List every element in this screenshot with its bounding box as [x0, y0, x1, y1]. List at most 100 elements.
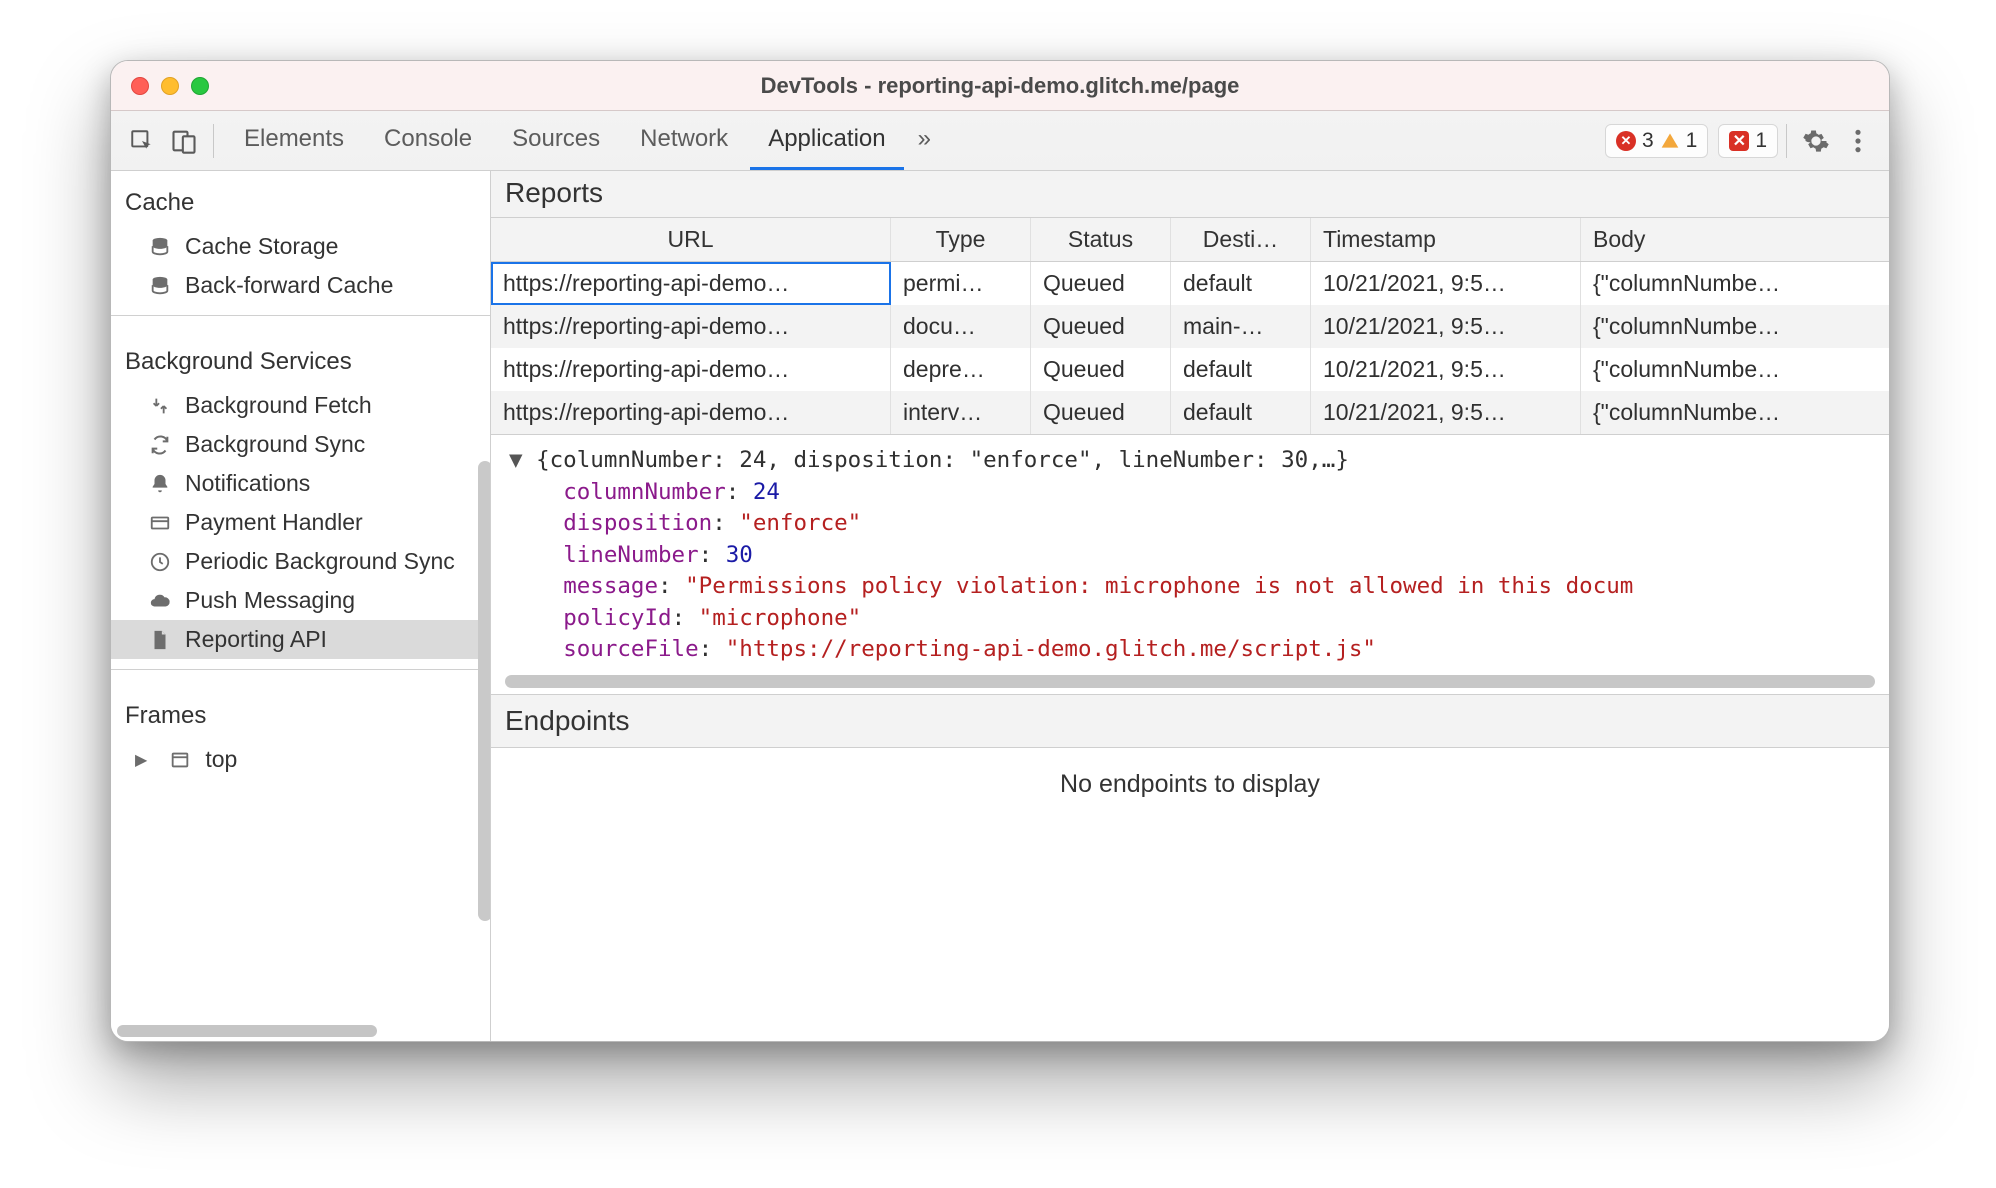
sidebar-item-periodic-sync[interactable]: Periodic Background Sync — [111, 542, 490, 581]
close-window-button[interactable] — [131, 77, 149, 95]
reports-table-row[interactable]: https://reporting-api-demo…depre…Queuedd… — [491, 348, 1889, 391]
sidebar-section-bg[interactable]: Background Services — [111, 326, 490, 386]
endpoints-empty-message: No endpoints to display — [491, 748, 1889, 821]
detail-summary-row[interactable]: ▼ {columnNumber: 24, disposition: "enfor… — [509, 445, 1871, 477]
detail-row: disposition: "enforce" — [509, 508, 1871, 540]
status-badges: ✕ 3 1 ✕ 1 — [1605, 124, 1778, 158]
sidebar-item-label: Background Fetch — [185, 392, 372, 419]
detail-hscroll[interactable] — [505, 675, 1875, 688]
reports-table-row[interactable]: https://reporting-api-demo…interv…Queued… — [491, 391, 1889, 434]
tab-console[interactable]: Console — [366, 111, 490, 170]
reports-table-row[interactable]: https://reporting-api-demo…permi…Queuedd… — [491, 262, 1889, 305]
devtools-body: Cache Cache Storage Back-forward Cache B… — [111, 171, 1889, 1041]
sidebar-item-label: Push Messaging — [185, 587, 355, 614]
sidebar-section-frames[interactable]: Frames — [111, 680, 490, 740]
sidebar-item-frame-top[interactable]: ▶ top — [111, 740, 490, 779]
table-cell: interv… — [891, 391, 1031, 434]
table-cell: {"columnNumbe… — [1581, 348, 1889, 391]
sidebar-divider-2 — [111, 669, 490, 670]
sidebar-item-cache-storage[interactable]: Cache Storage — [111, 227, 490, 266]
endpoints-heading: Endpoints — [491, 694, 1889, 748]
report-detail-panel: ▼ {columnNumber: 24, disposition: "enfor… — [491, 434, 1889, 694]
device-toolbar-icon[interactable] — [163, 120, 205, 162]
credit-card-icon — [147, 510, 173, 536]
sync-icon — [147, 432, 173, 458]
table-cell: main-… — [1171, 305, 1311, 348]
sidebar-item-label: Back-forward Cache — [185, 272, 393, 299]
detail-value: "microphone" — [699, 605, 862, 631]
inspect-element-icon[interactable] — [121, 120, 163, 162]
bell-icon — [147, 471, 173, 497]
issues-badge[interactable]: ✕ 1 — [1718, 124, 1778, 158]
sidebar-item-label: Reporting API — [185, 626, 327, 653]
sidebar-item-background-fetch[interactable]: Background Fetch — [111, 386, 490, 425]
table-cell: https://reporting-api-demo… — [491, 262, 891, 305]
table-cell: permi… — [891, 262, 1031, 305]
detail-row: message: "Permissions policy violation: … — [509, 571, 1871, 603]
col-destination[interactable]: Desti… — [1171, 218, 1311, 261]
frame-icon — [167, 747, 193, 773]
minimize-window-button[interactable] — [161, 77, 179, 95]
table-cell: Queued — [1031, 262, 1171, 305]
sidebar-section-cache[interactable]: Cache — [111, 171, 490, 227]
detail-summary: {columnNumber: 24, disposition: "enforce… — [536, 447, 1349, 473]
sidebar-hscroll[interactable] — [117, 1025, 377, 1037]
console-errors-badge[interactable]: ✕ 3 1 — [1605, 124, 1708, 158]
toolbar-divider — [213, 124, 214, 158]
sidebar-item-notifications[interactable]: Notifications — [111, 464, 490, 503]
detail-key: sourceFile — [563, 636, 698, 662]
table-cell: {"columnNumbe… — [1581, 305, 1889, 348]
sidebar-item-payment-handler[interactable]: Payment Handler — [111, 503, 490, 542]
col-body[interactable]: Body — [1581, 218, 1889, 261]
devtools-window: DevTools - reporting-api-demo.glitch.me/… — [110, 60, 1890, 1042]
devtools-toolbar: Elements Console Sources Network Applica… — [111, 111, 1889, 171]
detail-key: columnNumber — [563, 479, 726, 505]
table-cell: https://reporting-api-demo… — [491, 391, 891, 434]
tab-network[interactable]: Network — [622, 111, 746, 170]
detail-value: 24 — [753, 479, 780, 505]
tab-sources[interactable]: Sources — [494, 111, 618, 170]
reports-heading: Reports — [491, 171, 1889, 218]
more-options-button[interactable] — [1837, 120, 1879, 162]
more-tabs-button[interactable]: » — [908, 111, 941, 170]
sidebar-item-label: Notifications — [185, 470, 310, 497]
sidebar-vscroll[interactable] — [478, 461, 491, 921]
table-cell: depre… — [891, 348, 1031, 391]
disclosure-triangle-icon[interactable]: ▶ — [135, 750, 147, 770]
col-status[interactable]: Status — [1031, 218, 1171, 261]
document-icon — [147, 627, 173, 653]
sidebar-item-push-messaging[interactable]: Push Messaging — [111, 581, 490, 620]
main-panel: Reports URL Type Status Desti… Timestamp… — [491, 171, 1889, 1041]
tab-elements[interactable]: Elements — [226, 111, 362, 170]
table-cell: 10/21/2021, 9:5… — [1311, 348, 1581, 391]
detail-value: "Permissions policy violation: microphon… — [685, 573, 1633, 599]
table-cell: 10/21/2021, 9:5… — [1311, 391, 1581, 434]
table-cell: https://reporting-api-demo… — [491, 305, 891, 348]
reports-table-body: https://reporting-api-demo…permi…Queuedd… — [491, 262, 1889, 434]
panel-tabs: Elements Console Sources Network Applica… — [226, 111, 941, 170]
database-icon — [147, 273, 173, 299]
tab-application[interactable]: Application — [750, 111, 903, 170]
reports-table-row[interactable]: https://reporting-api-demo…docu…Queuedma… — [491, 305, 1889, 348]
table-cell: default — [1171, 391, 1311, 434]
col-type[interactable]: Type — [891, 218, 1031, 261]
settings-button[interactable] — [1795, 120, 1837, 162]
maximize-window-button[interactable] — [191, 77, 209, 95]
sidebar-item-bfcache[interactable]: Back-forward Cache — [111, 266, 490, 305]
table-cell: {"columnNumbe… — [1581, 262, 1889, 305]
fetch-icon — [147, 393, 173, 419]
col-timestamp[interactable]: Timestamp — [1311, 218, 1581, 261]
col-url[interactable]: URL — [491, 218, 891, 261]
detail-row: columnNumber: 24 — [509, 477, 1871, 509]
detail-value: "https://reporting-api-demo.glitch.me/sc… — [726, 636, 1376, 662]
detail-value: "enforce" — [739, 510, 861, 536]
table-cell: docu… — [891, 305, 1031, 348]
table-cell: default — [1171, 262, 1311, 305]
detail-row: policyId: "microphone" — [509, 603, 1871, 635]
table-cell: Queued — [1031, 348, 1171, 391]
sidebar-item-reporting-api[interactable]: Reporting API — [111, 620, 490, 659]
table-cell: 10/21/2021, 9:5… — [1311, 305, 1581, 348]
sidebar-item-background-sync[interactable]: Background Sync — [111, 425, 490, 464]
sidebar-item-label: Cache Storage — [185, 233, 338, 260]
table-cell: 10/21/2021, 9:5… — [1311, 262, 1581, 305]
